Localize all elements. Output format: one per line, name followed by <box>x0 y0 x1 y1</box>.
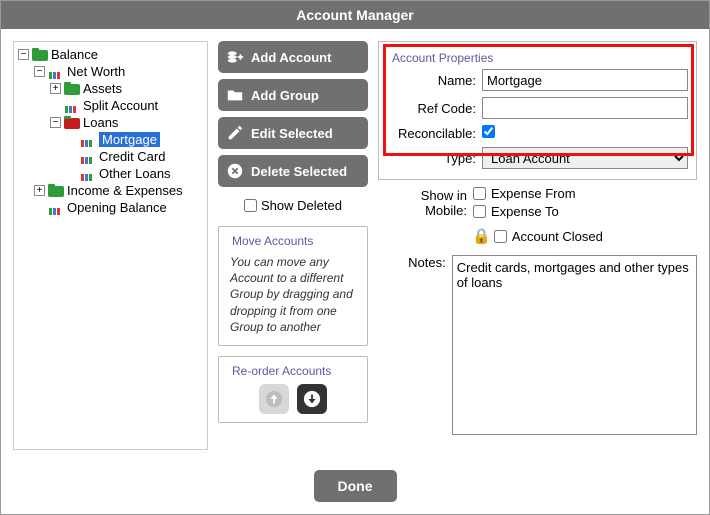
folder-icon <box>32 50 48 61</box>
button-label: Add Account <box>251 50 331 65</box>
expand-icon[interactable]: + <box>34 185 45 196</box>
done-button[interactable]: Done <box>314 470 397 502</box>
move-accounts-help: You can move any Account to a different … <box>227 252 359 337</box>
tree-label[interactable]: Split Account <box>83 98 158 113</box>
account-closed-checkbox[interactable] <box>494 230 507 243</box>
move-down-button[interactable] <box>297 384 327 414</box>
tree-node-credit-card[interactable]: Credit Card <box>18 148 203 165</box>
button-label: Edit Selected <box>251 126 333 141</box>
button-label: Add Group <box>251 88 319 103</box>
name-label: Name: <box>387 73 482 88</box>
tree-label[interactable]: Income & Expenses <box>67 183 183 198</box>
tree-label[interactable]: Other Loans <box>99 166 171 181</box>
pencil-icon <box>226 124 244 142</box>
folder-icon <box>64 84 80 95</box>
folder-icon <box>48 186 64 197</box>
button-label: Delete Selected <box>251 164 347 179</box>
tree-node-balance[interactable]: − Balance <box>18 46 203 63</box>
fieldset-legend: Re-order Accounts <box>229 364 334 378</box>
tree-node-split-account[interactable]: Split Account <box>18 97 203 114</box>
tree-node-opening-balance[interactable]: Opening Balance <box>18 199 203 216</box>
tree-label[interactable]: Opening Balance <box>67 200 167 215</box>
reconcilable-label: Reconcilable: <box>387 126 482 141</box>
folder-icon <box>64 118 80 129</box>
ref-code-input[interactable] <box>482 97 688 119</box>
reconcilable-checkbox[interactable] <box>482 125 495 138</box>
account-closed-label: Account Closed <box>512 229 603 244</box>
expand-icon[interactable]: + <box>50 83 61 94</box>
type-select[interactable]: Loan Account <box>482 147 688 169</box>
window-title: Account Manager <box>1 1 709 29</box>
move-up-button[interactable] <box>259 384 289 414</box>
fieldset-legend: Account Properties <box>389 51 496 65</box>
coins-icon <box>226 48 244 66</box>
delete-selected-button[interactable]: Delete Selected <box>218 155 368 187</box>
account-properties-panel: Account Properties Name: Ref Code: Recon… <box>378 41 697 450</box>
show-deleted-checkbox[interactable] <box>244 199 257 212</box>
actions-panel: Add Account Add Group Edit Selected Dele… <box>218 41 368 450</box>
notes-label: Notes: <box>378 255 452 270</box>
collapse-icon[interactable]: − <box>34 66 45 77</box>
account-tree[interactable]: − Balance − Net Worth + Assets <box>13 41 208 450</box>
chart-icon <box>48 201 64 215</box>
tree-label[interactable]: Assets <box>83 81 122 96</box>
show-deleted-label: Show Deleted <box>261 198 342 213</box>
chart-icon <box>80 167 96 181</box>
chart-icon <box>48 65 64 79</box>
expense-to-checkbox[interactable] <box>473 205 486 218</box>
ref-code-label: Ref Code: <box>387 101 482 116</box>
notes-textarea[interactable] <box>452 255 697 435</box>
collapse-icon[interactable]: − <box>50 117 61 128</box>
tree-node-assets[interactable]: + Assets <box>18 80 203 97</box>
fieldset-legend: Move Accounts <box>229 234 316 248</box>
tree-label[interactable]: Balance <box>51 47 98 62</box>
expense-to-label: Expense To <box>491 204 559 219</box>
type-label: Type: <box>387 151 482 166</box>
account-manager-window: Account Manager − Balance − Net Worth + … <box>0 0 710 515</box>
name-input[interactable] <box>482 69 688 91</box>
tree-label[interactable]: Net Worth <box>67 64 125 79</box>
chart-icon <box>80 133 96 147</box>
close-circle-icon <box>226 162 244 180</box>
add-account-button[interactable]: Add Account <box>218 41 368 73</box>
move-accounts-fieldset: Move Accounts You can move any Account t… <box>218 226 368 346</box>
add-group-button[interactable]: Add Group <box>218 79 368 111</box>
expense-from-checkbox[interactable] <box>473 187 486 200</box>
edit-selected-button[interactable]: Edit Selected <box>218 117 368 149</box>
tree-label[interactable]: Mortgage <box>99 132 160 147</box>
tree-node-loans[interactable]: − Loans <box>18 114 203 131</box>
tree-label[interactable]: Credit Card <box>99 149 165 164</box>
collapse-icon[interactable]: − <box>18 49 29 60</box>
chart-icon <box>80 150 96 164</box>
reorder-accounts-fieldset: Re-order Accounts <box>218 356 368 423</box>
chart-icon <box>64 99 80 113</box>
tree-node-net-worth[interactable]: − Net Worth <box>18 63 203 80</box>
tree-node-mortgage[interactable]: Mortgage <box>18 131 203 148</box>
tree-node-other-loans[interactable]: Other Loans <box>18 165 203 182</box>
tree-label[interactable]: Loans <box>83 115 118 130</box>
tree-node-income-expenses[interactable]: + Income & Expenses <box>18 182 203 199</box>
show-mobile-label: Show in Mobile: <box>378 188 473 218</box>
folder-icon <box>226 86 244 104</box>
lock-icon: 🔒 <box>472 227 491 245</box>
expense-from-label: Expense From <box>491 186 576 201</box>
